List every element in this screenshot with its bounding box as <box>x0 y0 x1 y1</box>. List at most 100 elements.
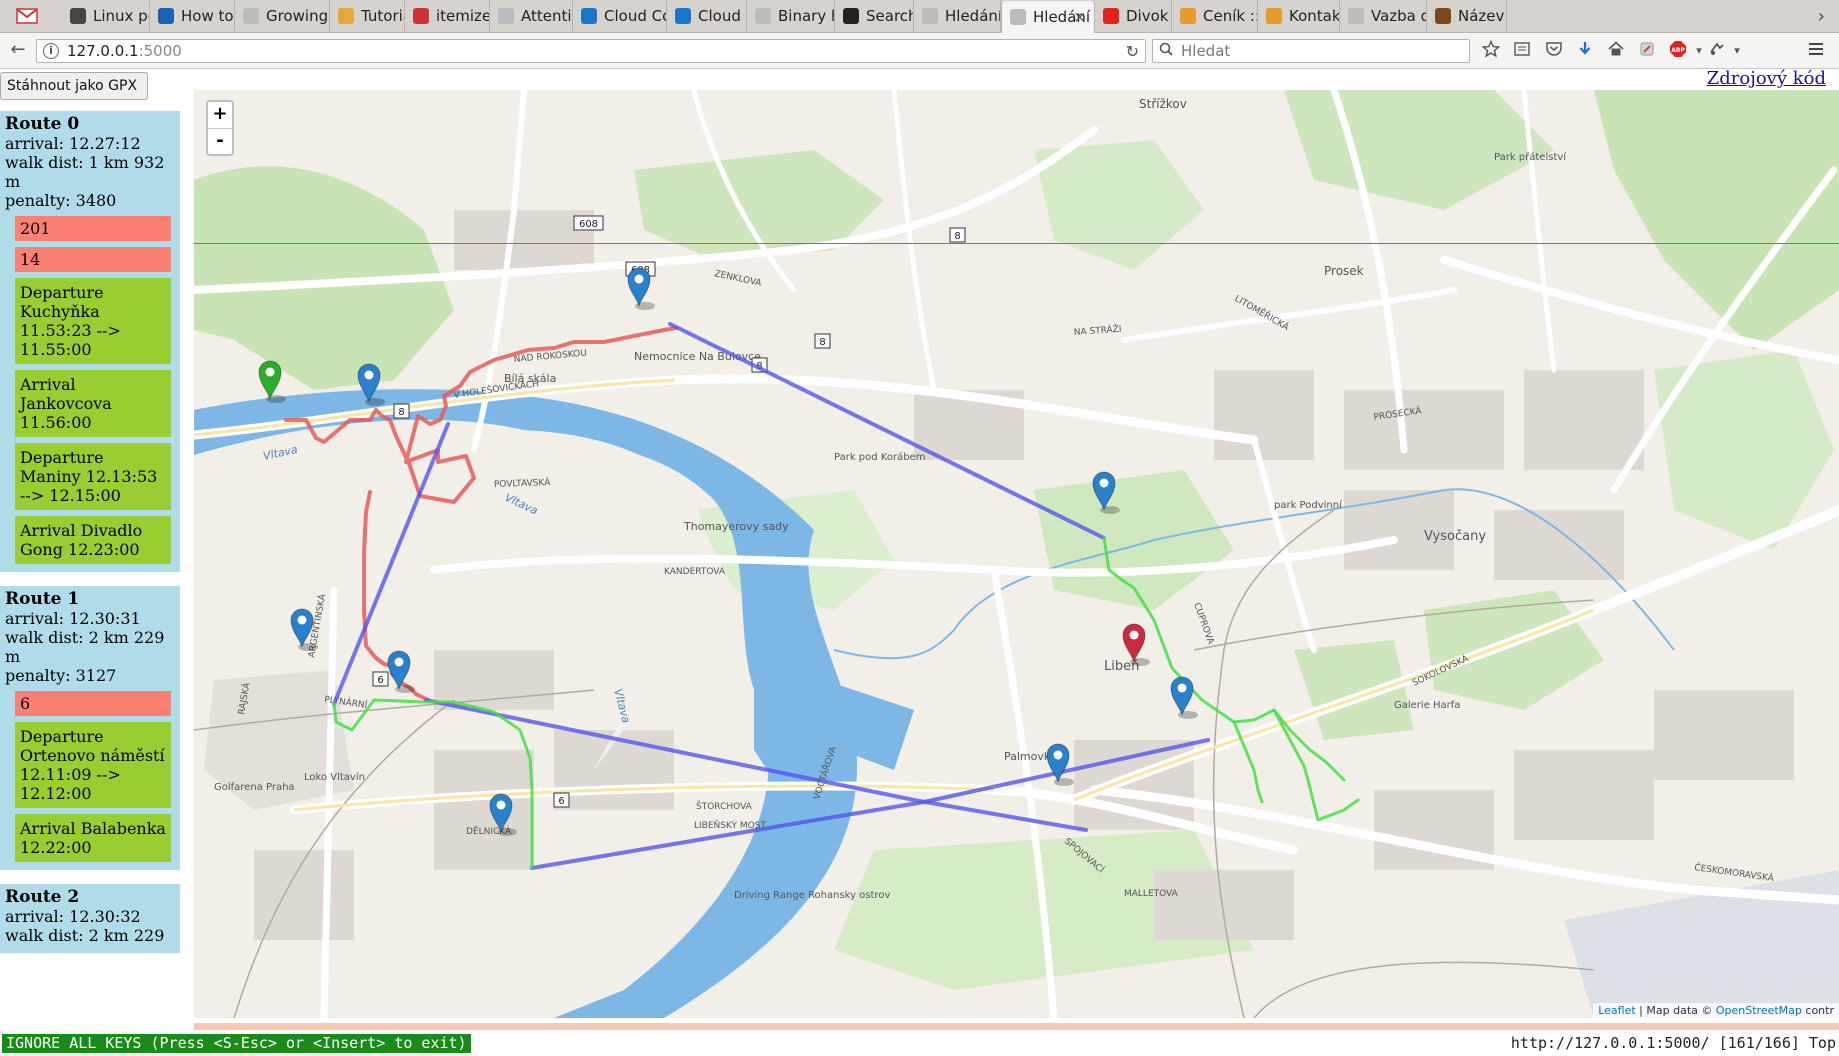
bus-line-badge[interactable]: 6 <box>15 691 171 716</box>
browser-tab[interactable]: Binary heap <box>747 0 835 32</box>
svg-text:ABP: ABP <box>1671 47 1685 54</box>
bookmark-star-icon[interactable] <box>1480 39 1502 62</box>
info-icon[interactable]: i <box>43 43 59 59</box>
tab-favicon-icon <box>581 8 597 24</box>
osm-link[interactable]: OpenStreetMap <box>1716 1004 1802 1017</box>
route-walk: walk dist: 1 km 932 m <box>5 153 165 191</box>
tab-favicon-icon <box>413 8 429 24</box>
route-step[interactable]: Arrival Divadlo Gong 12.23:00 <box>15 516 171 564</box>
hamburger-menu-icon[interactable] <box>1805 40 1827 62</box>
attribution-text: | Map data © <box>1635 1004 1716 1017</box>
close-tab-icon[interactable]: × <box>1073 8 1086 26</box>
svg-text:608: 608 <box>579 219 598 230</box>
browser-tab[interactable]: Cloud Co <box>667 0 747 32</box>
pocket-icon[interactable] <box>1543 40 1565 62</box>
road-shield: 8 <box>393 403 410 419</box>
url-port: :5000 <box>138 42 182 60</box>
route-penalty: penalty: 3480 <box>5 191 117 210</box>
extension-dropdown-icon[interactable]: ▾ <box>1726 40 1748 62</box>
download-gpx-button[interactable]: Stáhnout jako GPX <box>0 72 149 100</box>
tab-favicon-icon <box>843 8 859 24</box>
route-penalty: penalty: 3127 <box>5 666 117 685</box>
status-line: IGNORE ALL KEYS (Press <S-Esc> or <Inser… <box>0 1032 1839 1056</box>
tab-title: How to p <box>181 7 234 25</box>
route-step[interactable]: Departure Ortenovo náměstí 12.11:09 --> … <box>15 722 171 808</box>
browser-tab[interactable]: Divok <box>1095 0 1172 32</box>
map-label: ŠTORCHOVA <box>696 800 753 812</box>
browser-tab[interactable]: How to p <box>150 0 235 32</box>
leaflet-link[interactable]: Leaflet <box>1598 1004 1635 1017</box>
search-placeholder: Hledat <box>1181 42 1231 60</box>
tab-title: Cloud Co <box>604 7 666 25</box>
browser-tab[interactable]: Kontakt <box>1258 0 1340 32</box>
browser-tab[interactable]: Ceník :: k <box>1172 0 1258 32</box>
tab-title: Ceník :: k <box>1203 7 1257 25</box>
map-label: Prosek <box>1324 264 1364 278</box>
map[interactable]: Střížkov Prosek Vysočany Libeň Palmovka Park … <box>194 90 1839 1018</box>
tab-title: Hledání pěš <box>945 7 1000 25</box>
route-step[interactable]: Departure Maniny 12.13:53 --> 12.15:00 <box>15 443 171 510</box>
route-step[interactable]: Arrival Balabenka 12.22:00 <box>15 814 171 862</box>
tab-favicon-icon <box>243 8 259 24</box>
browser-tab[interactable]: Tutorial <box>330 0 405 32</box>
reload-button[interactable]: ↻ <box>1126 42 1139 61</box>
tab-favicon-icon <box>158 8 174 24</box>
zoom-control: + - <box>206 100 234 156</box>
tab-scroll-right-icon[interactable]: › <box>1818 6 1825 27</box>
url-host: 127.0.0.1 <box>67 42 139 60</box>
browser-tab[interactable]: Search · <box>835 0 914 32</box>
map-attribution: Leaflet | Map data © OpenStreetMap contr <box>1593 1003 1839 1018</box>
tab-title: Search · <box>866 7 913 25</box>
route-arrival: arrival: 12.27:12 <box>5 134 141 153</box>
back-button[interactable]: ← <box>6 39 30 60</box>
tab-favicon-icon <box>1266 8 1282 24</box>
reading-list-icon[interactable] <box>1511 40 1533 62</box>
tab-favicon-icon <box>1180 8 1196 24</box>
browser-tab[interactable]: Hledání p× <box>1001 1 1095 33</box>
status-url: http://127.0.0.1:5000/ [161/166] Top <box>1510 1034 1836 1052</box>
url-bar[interactable]: i 127.0.0.1:5000 ↻ <box>36 39 1146 63</box>
browser-tab[interactable]: Hledání pěš <box>914 0 1001 32</box>
route-card[interactable]: Route 0 arrival: 12.27:12 walk dist: 1 km … <box>0 111 180 572</box>
tab-title: Divok <box>1126 7 1169 25</box>
tab-title: Attention <box>521 7 572 25</box>
addon-icon[interactable] <box>1636 40 1658 62</box>
route-arrival: arrival: 12.30:31 <box>5 609 141 628</box>
map-label: Loko Vltavín <box>304 771 365 783</box>
nav-bar: ← i 127.0.0.1:5000 ↻ Hledat ABP ▾ ▾ <box>0 33 1839 69</box>
zoom-in-button[interactable]: + <box>208 102 232 128</box>
map-canvas[interactable]: StřížkovProsekVysočanyLibeňPalmovkaPark … <box>194 90 1839 1018</box>
source-code-link[interactable]: Zdrojový kód <box>1707 68 1826 89</box>
adblock-icon[interactable]: ABP <box>1667 40 1689 62</box>
map-label: MALLETOVA <box>1124 889 1179 899</box>
route-card[interactable]: Route 2 arrival: 12.30:32 walk dist: 2 km … <box>0 884 180 953</box>
download-icon[interactable] <box>1574 40 1596 62</box>
tab-favicon-icon <box>922 8 938 24</box>
browser-tab[interactable]: Attention <box>490 0 573 32</box>
horizontal-scrollbar[interactable] <box>194 1023 1839 1030</box>
search-input[interactable]: Hledat <box>1152 39 1470 63</box>
gmail-icon[interactable] <box>16 6 38 26</box>
browser-tab[interactable]: Cloud Co <box>573 0 667 32</box>
route-step[interactable]: Departure Kuchyňka 11.53:23 --> 11.55:00 <box>15 278 171 364</box>
bus-line-badge[interactable]: 201 <box>15 216 171 241</box>
extension-icon[interactable] <box>1706 40 1728 62</box>
attribution-tail: contr <box>1801 1004 1834 1017</box>
tab-favicon-icon <box>70 8 86 24</box>
browser-tab[interactable]: Growing arr <box>235 0 330 32</box>
route-step[interactable]: Arrival Jankovcova 11.56:00 <box>15 370 171 437</box>
tab-favicon-icon <box>675 8 691 24</box>
zoom-out-button[interactable]: - <box>208 128 232 155</box>
tab-favicon-icon <box>1010 9 1026 25</box>
browser-tab[interactable]: Název pr <box>1427 0 1507 32</box>
road-shield: 6 <box>372 671 389 687</box>
svg-text:6: 6 <box>377 675 383 686</box>
browser-tab[interactable]: itemize <box>405 0 490 32</box>
bus-line-badge[interactable]: 14 <box>15 247 171 272</box>
browser-tab[interactable]: Linux perf E <box>62 0 150 32</box>
route-card[interactable]: Route 1 arrival: 12.30:31 walk dist: 2 km … <box>0 586 180 870</box>
tab-favicon-icon <box>755 8 771 24</box>
road-shield: 8 <box>814 333 831 349</box>
browser-tab[interactable]: Vazba diplo <box>1340 0 1427 32</box>
home-icon[interactable] <box>1605 40 1627 62</box>
